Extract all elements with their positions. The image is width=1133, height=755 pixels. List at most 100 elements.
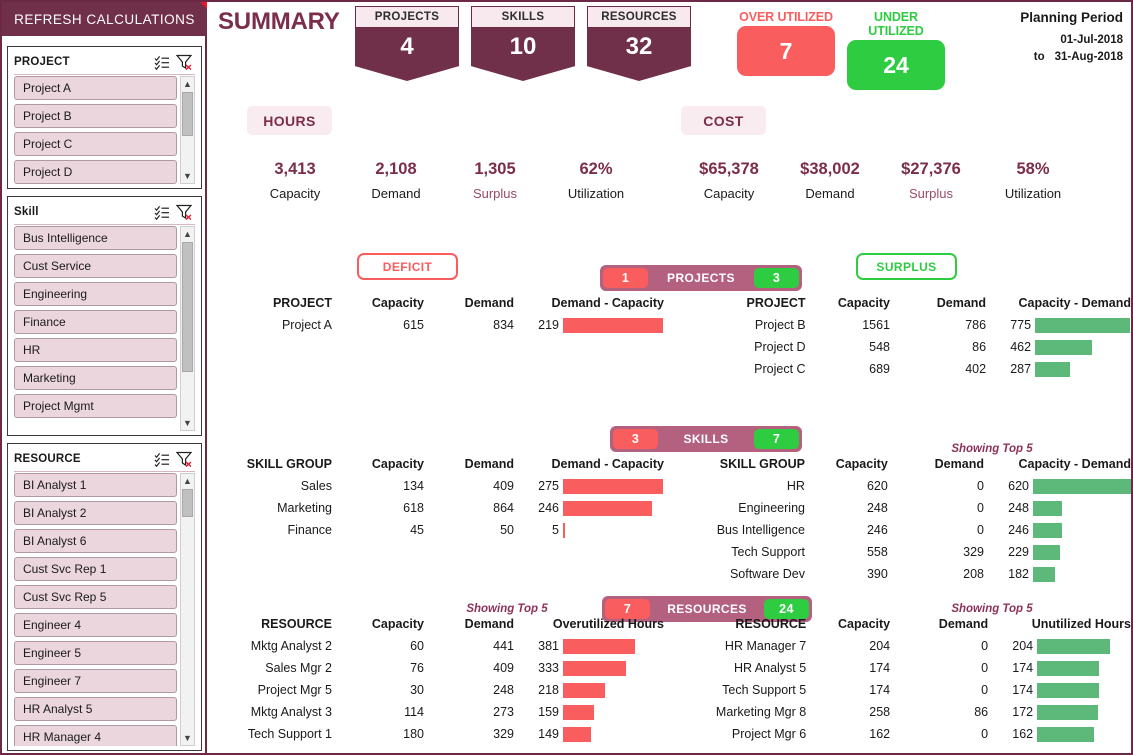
slicer-item[interactable]: BI Analyst 1 bbox=[14, 473, 177, 497]
table-row: Mktg Analyst 2 60 441 381 bbox=[214, 635, 664, 657]
slicer-item[interactable]: Cust Svc Rep 1 bbox=[14, 557, 177, 581]
kpi-resources: RESOURCES 32 bbox=[587, 6, 691, 81]
slicer-item[interactable]: BI Analyst 2 bbox=[14, 501, 177, 525]
cell-capacity: 174 bbox=[869, 683, 891, 697]
cell-diff-bar: 172 bbox=[988, 701, 1131, 723]
cell-diff: 149 bbox=[538, 727, 559, 741]
projects-surplus-table: PROJECT Capacity Demand Capacity - Deman… bbox=[706, 296, 1131, 380]
cell-name: Bus Intelligence bbox=[716, 523, 805, 537]
slicer-resource-scrollbar[interactable]: ▲ ▼ bbox=[180, 473, 195, 746]
deficit-button[interactable]: DEFICIT bbox=[357, 253, 458, 280]
multi-select-icon[interactable] bbox=[154, 452, 170, 467]
hours-capacity-label: Capacity bbox=[269, 186, 321, 201]
slicer-item[interactable]: HR Analyst 5 bbox=[14, 697, 177, 721]
hours-tag: HOURS bbox=[247, 106, 332, 135]
cell-demand: 273 bbox=[493, 705, 514, 719]
planning-period: Planning Period 01-Jul-2018 to 31-Aug-201… bbox=[933, 10, 1123, 68]
cell-diff-bar: 229 bbox=[984, 541, 1131, 563]
cell-demand: 409 bbox=[493, 661, 514, 675]
scroll-up-icon[interactable]: ▲ bbox=[181, 77, 194, 91]
planning-period-from: 01-Jul-2018 bbox=[1060, 34, 1123, 46]
slicer-item[interactable]: Finance bbox=[14, 310, 177, 334]
cell-name: Project Mgr 6 bbox=[731, 727, 807, 741]
cell-name: Sales bbox=[300, 479, 332, 493]
slicer-item[interactable]: Engineer 7 bbox=[14, 669, 177, 693]
cost-surplus: $27,376 Surplus bbox=[875, 160, 987, 201]
slicer-item[interactable]: Project Mgmt bbox=[14, 394, 177, 418]
table-row: Project Mgr 5 30 248 218 bbox=[214, 679, 664, 701]
refresh-calculations-button[interactable]: REFRESH CALCULATIONS bbox=[2, 2, 207, 36]
slicer-item[interactable]: Engineer 4 bbox=[14, 613, 177, 637]
cell-capacity: 548 bbox=[869, 340, 891, 354]
cell-capacity: 60 bbox=[410, 639, 424, 653]
cell-capacity: 620 bbox=[866, 479, 888, 493]
cell-demand: 329 bbox=[963, 545, 984, 559]
slicer-item[interactable]: Project C bbox=[14, 132, 177, 156]
hours-demand-value: 2,108 bbox=[375, 160, 417, 178]
col-skill-group: SKILL GROUP bbox=[719, 457, 805, 471]
col-demand: Demand bbox=[464, 296, 514, 310]
scroll-down-icon[interactable]: ▼ bbox=[181, 416, 194, 430]
slicer-item[interactable]: BI Analyst 6 bbox=[14, 529, 177, 553]
slicer-item[interactable]: Project A bbox=[14, 76, 177, 100]
scroll-up-icon[interactable]: ▲ bbox=[181, 474, 194, 488]
cell-name: Project B bbox=[754, 318, 806, 332]
surplus-button[interactable]: SURPLUS bbox=[856, 253, 957, 280]
slicer-item[interactable]: HR Manager 4 bbox=[14, 725, 177, 746]
resources-surplus-count: 24 bbox=[764, 599, 809, 619]
cell-demand: 0 bbox=[981, 683, 989, 697]
slicer-item[interactable]: Cust Svc Rep 5 bbox=[14, 585, 177, 609]
col-capacity-minus-demand: Capacity - Demand bbox=[1018, 296, 1131, 310]
cell-diff: 172 bbox=[1012, 705, 1034, 719]
cell-capacity: 258 bbox=[869, 705, 891, 719]
scroll-down-icon[interactable]: ▼ bbox=[181, 169, 194, 183]
projects-surplus-count: 3 bbox=[754, 268, 799, 288]
deficit-bar bbox=[563, 726, 591, 742]
table-row: Bus Intelligence 246 0 246 bbox=[689, 519, 1131, 541]
scrollbar-thumb[interactable] bbox=[182, 242, 193, 372]
slicer-item[interactable]: HR bbox=[14, 338, 177, 362]
slicer-item[interactable]: Bus Intelligence bbox=[14, 226, 177, 250]
slicer-item[interactable]: Project B bbox=[14, 104, 177, 128]
hours-surplus: 1,305 Surplus bbox=[439, 160, 551, 201]
under-utilized-value: 24 bbox=[847, 40, 945, 90]
slicer-project-scrollbar[interactable]: ▲ ▼ bbox=[180, 76, 195, 184]
slicer-skill-scrollbar[interactable]: ▲ ▼ bbox=[180, 226, 195, 431]
slicer-resource: RESOURCE BI Analyst 1 BI Analyst 2 BI An… bbox=[7, 443, 202, 751]
slicer-item[interactable]: Engineer 5 bbox=[14, 641, 177, 665]
clear-filter-icon[interactable] bbox=[176, 204, 193, 220]
cell-name: Project C bbox=[754, 362, 806, 376]
cell-capacity: 558 bbox=[866, 545, 888, 559]
clear-filter-icon[interactable] bbox=[176, 451, 193, 467]
multi-select-icon[interactable] bbox=[154, 205, 170, 220]
table-header-row: SKILL GROUP Capacity Demand Demand - Cap… bbox=[214, 457, 664, 475]
comment-marker-icon bbox=[200, 2, 207, 9]
slicer-item[interactable]: Engineering bbox=[14, 282, 177, 306]
cost-tag: COST bbox=[681, 106, 766, 135]
cell-name: Project D bbox=[754, 340, 806, 354]
cell-capacity: 180 bbox=[403, 727, 424, 741]
cell-capacity: 618 bbox=[403, 501, 424, 515]
scroll-down-icon[interactable]: ▼ bbox=[181, 731, 194, 745]
cell-demand: 864 bbox=[493, 501, 514, 515]
deficit-bar bbox=[563, 522, 565, 538]
slicer-skill-header: Skill bbox=[14, 200, 195, 225]
cell-capacity: 134 bbox=[403, 479, 424, 493]
slicer-item[interactable]: Cust Service bbox=[14, 254, 177, 278]
scrollbar-thumb[interactable] bbox=[182, 92, 193, 136]
skills-pill: 3 SKILLS 7 bbox=[610, 426, 802, 452]
col-capacity: Capacity bbox=[371, 457, 424, 471]
cell-diff: 174 bbox=[1012, 683, 1034, 697]
slicer-item[interactable]: Project D bbox=[14, 160, 177, 184]
scroll-up-icon[interactable]: ▲ bbox=[181, 227, 194, 241]
cell-demand: 441 bbox=[493, 639, 514, 653]
slicer-item[interactable]: Marketing bbox=[14, 366, 177, 390]
kpi-skills-value: 10 bbox=[471, 28, 575, 81]
scrollbar-thumb[interactable] bbox=[182, 489, 193, 517]
cell-diff-bar: 149 bbox=[514, 723, 664, 745]
under-utilized-card: UNDER UTILIZED 24 bbox=[847, 10, 945, 90]
surplus-bar bbox=[1037, 638, 1111, 654]
table-header-row: PROJECT Capacity Demand Demand - Capacit… bbox=[214, 296, 664, 314]
clear-filter-icon[interactable] bbox=[176, 54, 193, 70]
multi-select-icon[interactable] bbox=[154, 55, 170, 70]
